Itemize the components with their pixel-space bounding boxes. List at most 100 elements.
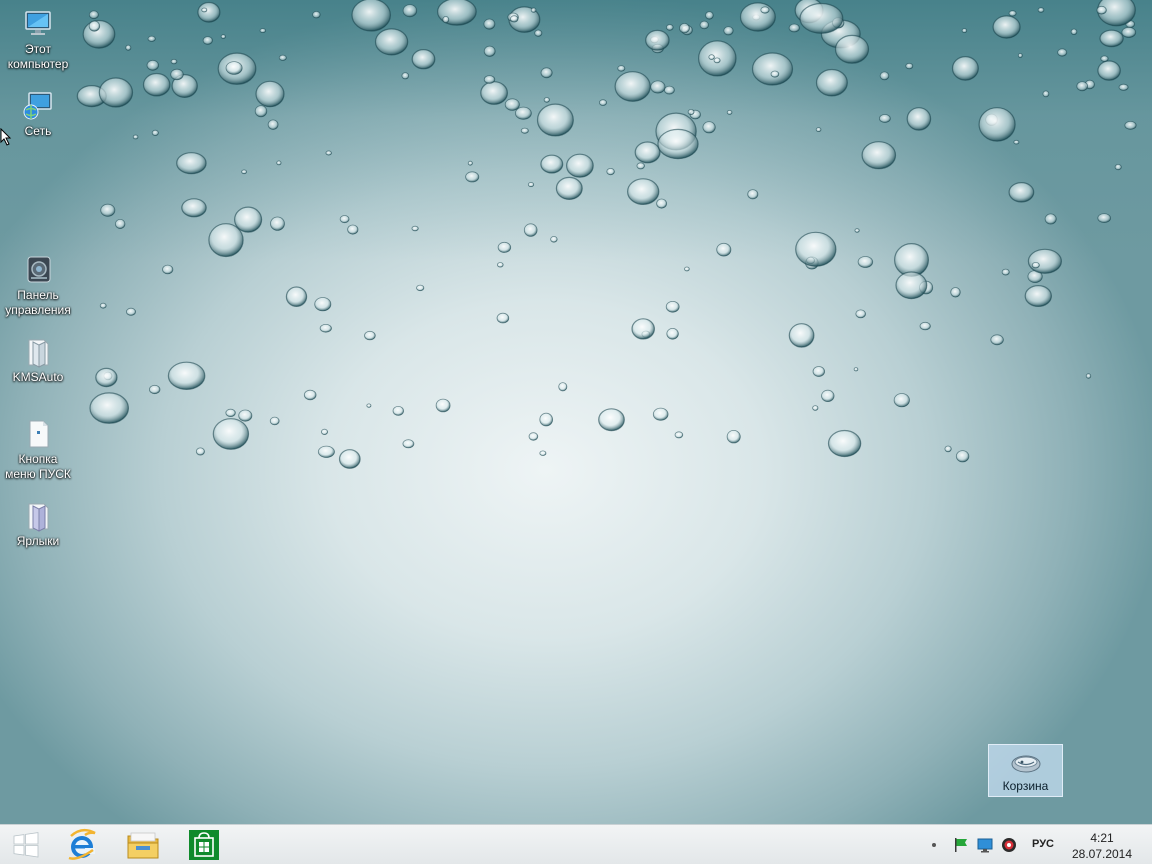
water-drop xyxy=(726,110,733,115)
water-drop xyxy=(627,178,660,206)
water-drop xyxy=(99,302,107,309)
internet-explorer-icon xyxy=(68,828,96,860)
water-drop xyxy=(254,105,268,118)
desktop-icon-label: Кнопка xyxy=(18,452,58,466)
water-drop xyxy=(812,405,819,411)
water-drop xyxy=(855,309,866,319)
folder-icon xyxy=(28,339,49,368)
desktop-background: Этот компьютер Сеть Панель управления KM… xyxy=(0,0,1152,824)
water-drop xyxy=(312,10,321,19)
water-drop xyxy=(657,128,699,160)
water-drop xyxy=(528,432,539,441)
water-drop xyxy=(338,449,361,469)
taskbar-file-explorer-button[interactable] xyxy=(117,827,169,863)
action-center-flag-icon[interactable] xyxy=(953,837,969,853)
input-language-indicator[interactable]: РУС xyxy=(1032,838,1054,850)
water-drop xyxy=(483,75,496,84)
water-drop xyxy=(723,26,734,36)
water-drop xyxy=(234,206,263,233)
water-drop xyxy=(148,384,161,395)
water-drop xyxy=(114,218,126,229)
water-drop xyxy=(857,256,874,268)
desktop-icon-start-menu-button[interactable]: Кнопка меню ПУСК xyxy=(1,418,75,482)
water-drop xyxy=(827,429,862,458)
water-drop xyxy=(1027,248,1063,274)
water-drop xyxy=(555,176,583,200)
desktop-icon-recycle-bin[interactable]: Корзина xyxy=(988,744,1063,797)
water-drop xyxy=(411,48,436,70)
water-drop xyxy=(483,45,496,57)
water-drop xyxy=(510,15,519,23)
water-drop xyxy=(496,312,510,324)
taskbar-store-button[interactable] xyxy=(178,827,230,863)
water-drop xyxy=(89,392,130,424)
water-drop xyxy=(1099,29,1124,48)
water-drop xyxy=(664,85,675,95)
water-drop xyxy=(98,77,134,108)
water-drop xyxy=(1044,213,1057,225)
water-drop xyxy=(170,68,184,81)
water-drop xyxy=(225,408,236,417)
water-drop xyxy=(788,23,800,33)
water-drop xyxy=(893,393,910,408)
taskbar-internet-explorer-button[interactable] xyxy=(56,827,108,863)
start-button[interactable] xyxy=(0,827,52,863)
water-drop xyxy=(944,445,952,453)
water-drop xyxy=(496,262,504,268)
water-drop xyxy=(347,224,359,235)
water-drop xyxy=(665,300,680,313)
water-drop xyxy=(536,103,574,137)
water-drop xyxy=(961,28,968,34)
network-monitor-icon[interactable] xyxy=(977,837,993,853)
water-drop xyxy=(238,409,253,422)
water-drop xyxy=(687,109,695,116)
tray-overflow-dot[interactable] xyxy=(932,843,936,847)
desktop-icon-label: KMSAuto xyxy=(12,370,64,384)
water-drop xyxy=(530,7,537,13)
water-drop xyxy=(100,203,116,217)
desktop-icon-control-panel[interactable]: Панель управления xyxy=(1,254,75,318)
desktop-icon-kmsauto[interactable]: KMSAuto xyxy=(1,336,75,385)
water-drop xyxy=(523,223,538,237)
water-drop xyxy=(650,80,666,94)
water-drop xyxy=(285,286,308,307)
water-drop xyxy=(679,23,690,34)
water-drop xyxy=(1096,5,1107,15)
folder-icon xyxy=(28,503,49,532)
water-drop xyxy=(919,321,931,331)
water-drop xyxy=(212,418,250,450)
folder-icon xyxy=(127,832,159,859)
desktop-icon-this-pc[interactable]: Этот компьютер xyxy=(1,8,75,72)
water-drop xyxy=(951,56,979,81)
desktop-icon-network[interactable]: Сеть xyxy=(1,90,75,139)
water-drop xyxy=(402,4,418,18)
clock[interactable]: 4:21 28.07.2014 xyxy=(1066,830,1138,862)
windows-logo-icon xyxy=(13,832,39,858)
desktop-icon-shortcuts[interactable]: Ярлыки xyxy=(1,500,75,549)
water-drop xyxy=(1013,139,1020,145)
water-drop xyxy=(1097,60,1121,81)
water-drop xyxy=(1124,121,1137,130)
recycle-bin-icon xyxy=(1011,755,1040,773)
water-drop xyxy=(713,57,721,64)
speaker-muted-icon[interactable] xyxy=(1001,837,1017,853)
water-drop xyxy=(515,106,532,120)
water-drop xyxy=(705,11,714,20)
water-drop xyxy=(788,323,815,348)
water-drop xyxy=(760,6,770,14)
water-drop xyxy=(978,107,1016,142)
water-drop xyxy=(176,152,207,175)
water-drop xyxy=(1017,53,1023,58)
water-drop xyxy=(747,189,759,200)
water-drop xyxy=(1085,373,1092,379)
water-drop xyxy=(197,1,221,23)
water-drop xyxy=(527,182,535,188)
water-drop xyxy=(543,97,550,103)
water-drop xyxy=(170,58,178,65)
water-drop xyxy=(795,231,837,267)
water-drop xyxy=(497,241,512,253)
water-drop xyxy=(125,44,132,51)
network-icon xyxy=(23,92,52,120)
store-icon xyxy=(189,830,219,860)
water-drop xyxy=(314,297,332,312)
